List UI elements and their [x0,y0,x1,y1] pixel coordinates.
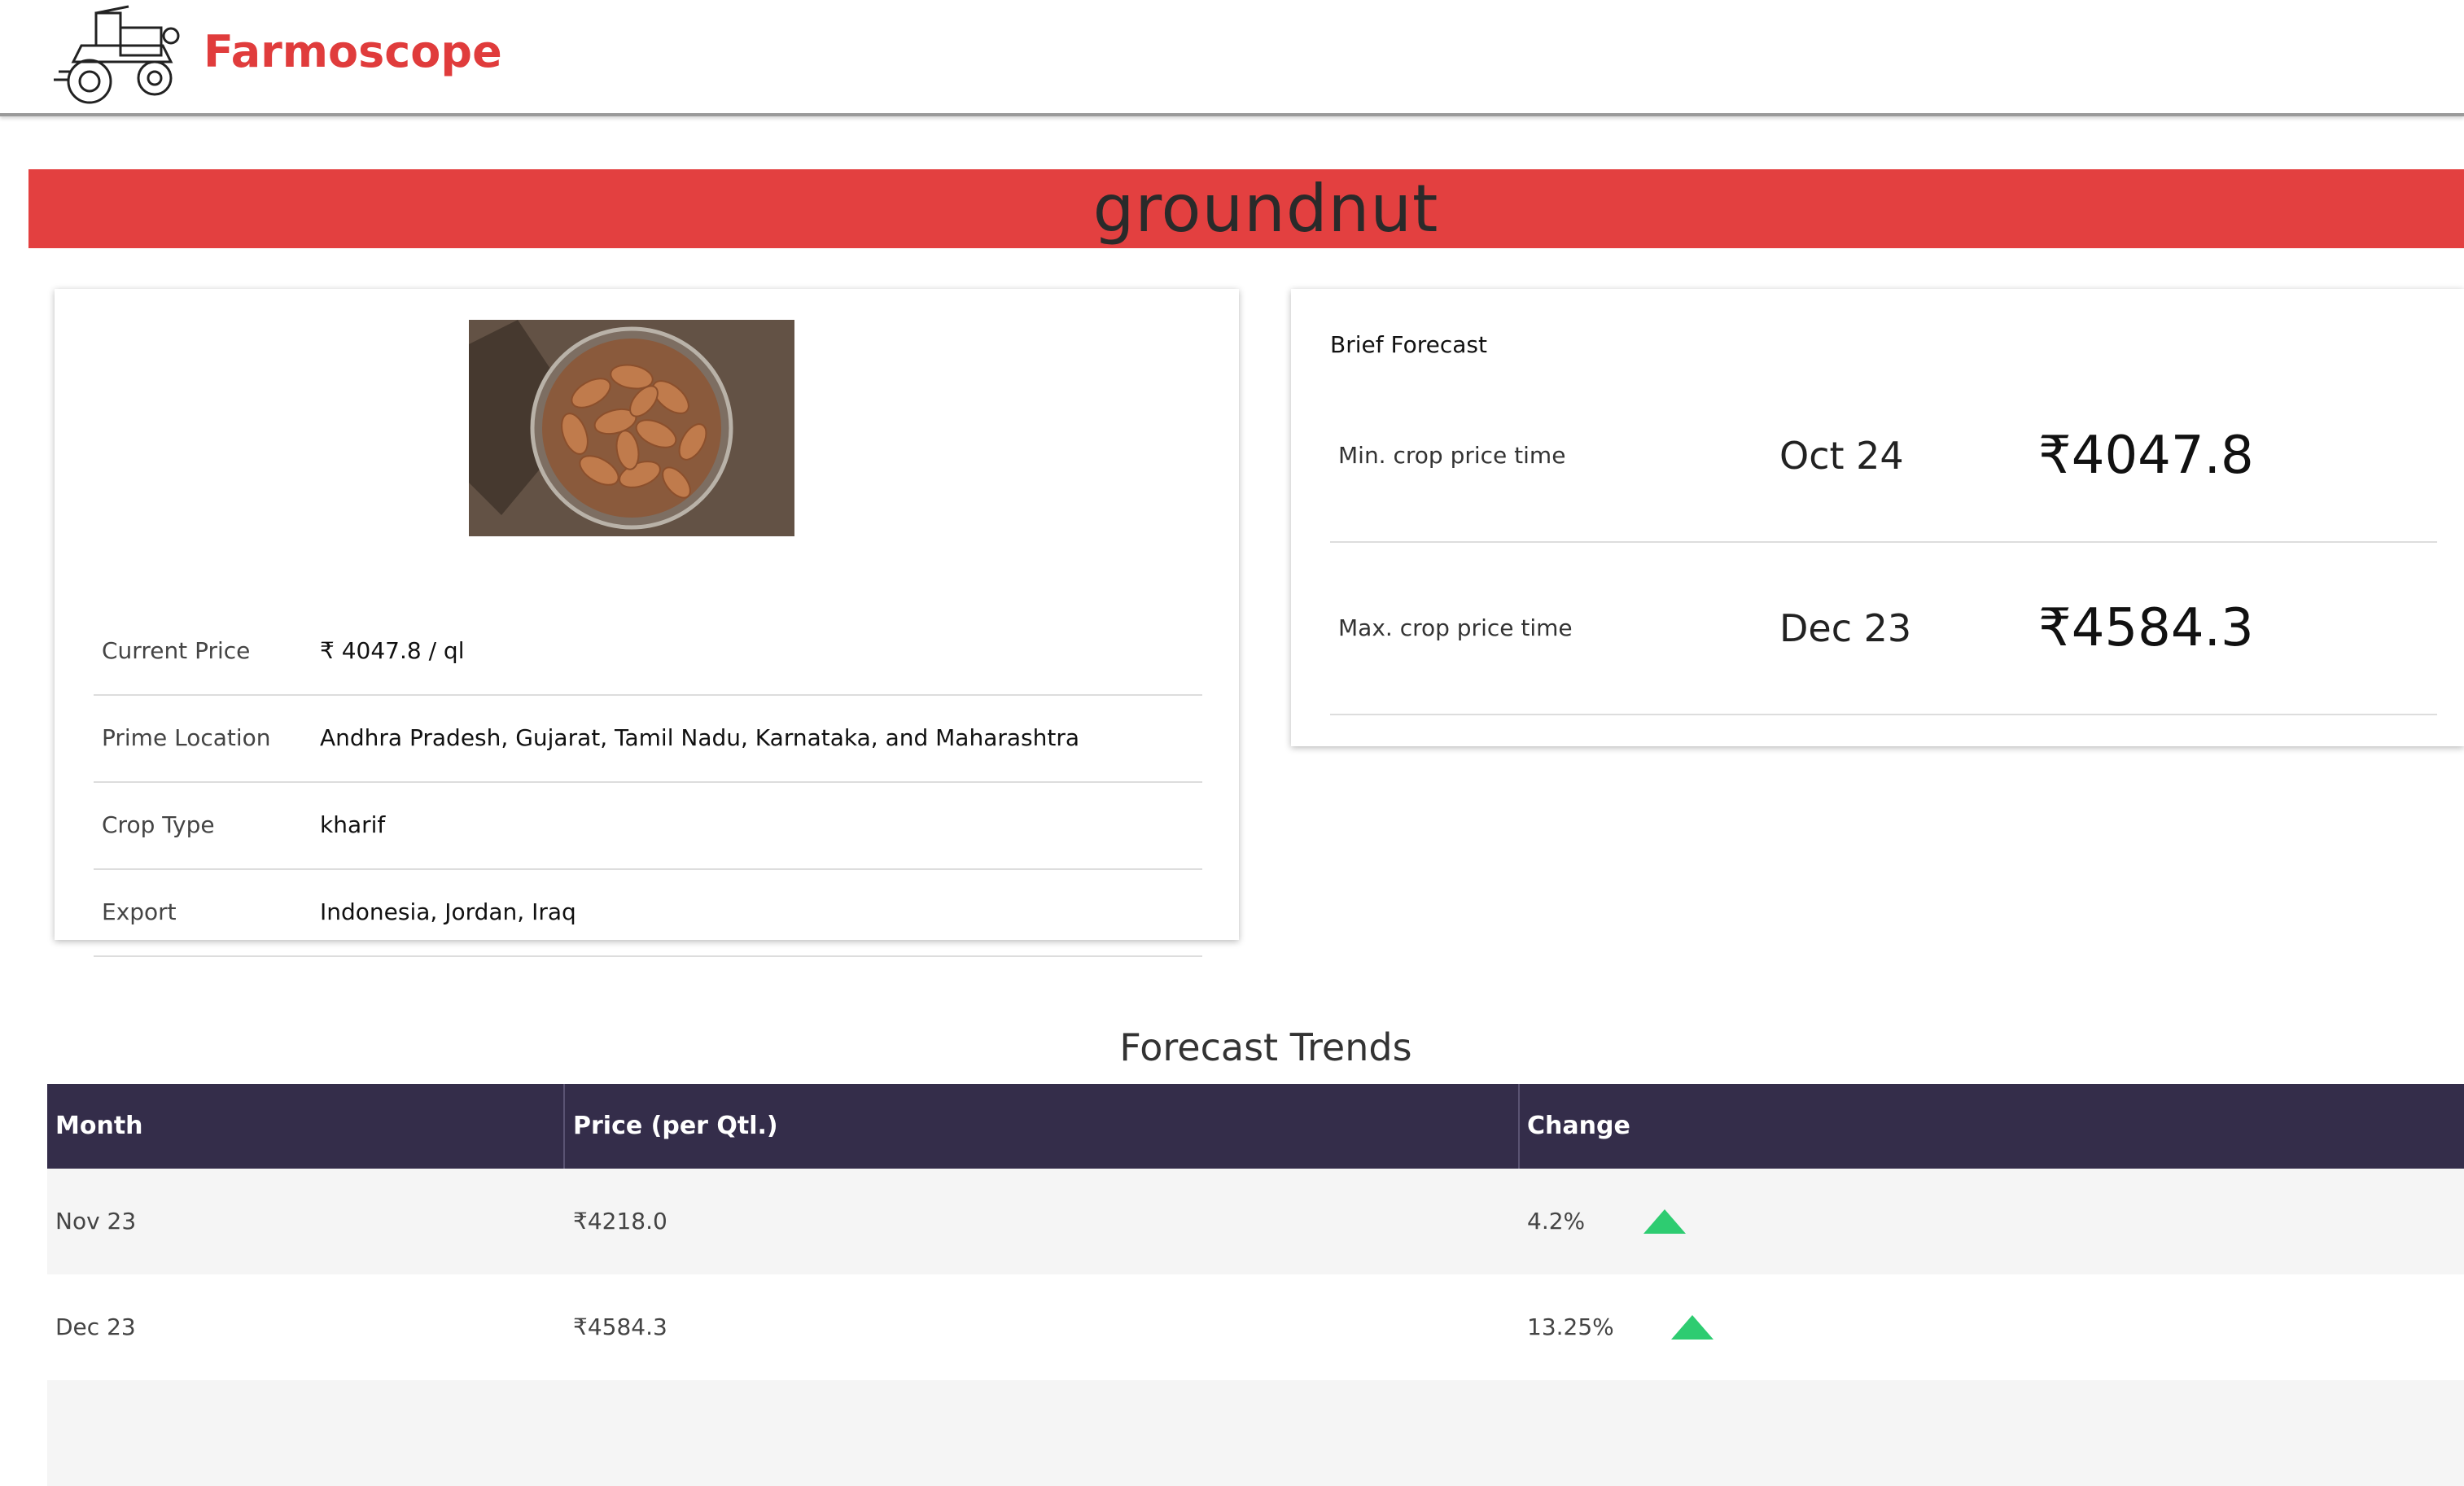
export-value: Indonesia, Jordan, Iraq [320,898,576,925]
crop-title-bar: groundnut [28,169,2464,248]
forecast-trends-table: Month Price (per Qtl.) Change Nov 23 ₹42… [47,1084,2464,1486]
table-header: Month Price (per Qtl.) Change [47,1084,2464,1169]
current-price-value: ₹ 4047.8 / ql [320,637,465,664]
detail-row-export: Export Indonesia, Jordan, Iraq [94,869,1202,957]
detail-label: Prime Location [102,724,271,751]
detail-row-crop-type: Crop Type kharif [94,782,1202,870]
column-header-month[interactable]: Month [55,1084,143,1169]
month-cell: Dec 23 [55,1313,136,1340]
prime-location-value: Andhra Pradesh, Gujarat, Tamil Nadu, Kar… [320,724,1080,751]
max-price-row: Max. crop price time Dec 23 ₹4584.3 [1330,543,2437,715]
min-price-row: Min. crop price time Oct 24 ₹4047.8 [1330,370,2437,543]
brand-name[interactable]: Farmoscope [204,21,502,83]
max-price-label: Max. crop price time [1338,614,1573,641]
column-divider [1518,1084,1520,1169]
min-price-date: Oct 24 [1779,434,1904,478]
change-cell: 13.25% [1527,1313,1614,1340]
max-price-date: Dec 23 [1779,606,1912,650]
table-row: Nov 23 ₹4218.0 4.2% [47,1169,2464,1274]
crop-title: groundnut [1092,171,1439,247]
brief-forecast-card: Brief Forecast Min. crop price time Oct … [1291,289,2464,746]
price-cell: ₹4584.3 [573,1313,667,1340]
detail-label: Crop Type [102,811,215,838]
min-price-value: ₹4047.8 [2038,426,2254,486]
crop-details-card: Current Price ₹ 4047.8 / ql Prime Locati… [55,289,1239,957]
trend-up-icon [1643,1209,1686,1234]
groundnut-bowl-photo [469,320,794,536]
table-row [47,1380,2464,1486]
top-navbar: Farmoscope [0,0,2464,116]
column-header-change[interactable]: Change [1527,1084,1630,1169]
change-cell: 4.2% [1527,1208,1586,1235]
table-row: Dec 23 ₹4584.3 13.25% [47,1274,2464,1380]
forecast-trends-title: Forecast Trends [1119,1025,1412,1069]
detail-label: Export [102,898,177,925]
min-price-label: Min. crop price time [1338,442,1566,469]
crop-type-value: kharif [320,811,386,838]
detail-row-prime-location: Prime Location Andhra Pradesh, Gujarat, … [94,695,1202,783]
detail-row-current-price: Current Price ₹ 4047.8 / ql [94,608,1202,696]
trend-up-icon [1671,1315,1713,1340]
column-header-price[interactable]: Price (per Qtl.) [573,1084,778,1169]
column-divider [563,1084,565,1169]
month-cell: Nov 23 [55,1208,137,1235]
max-price-value: ₹4584.3 [2038,598,2254,658]
detail-label: Current Price [102,637,251,664]
brief-forecast-title: Brief Forecast [1330,331,1487,358]
tractor-icon[interactable] [49,3,187,107]
price-cell: ₹4218.0 [573,1208,667,1235]
